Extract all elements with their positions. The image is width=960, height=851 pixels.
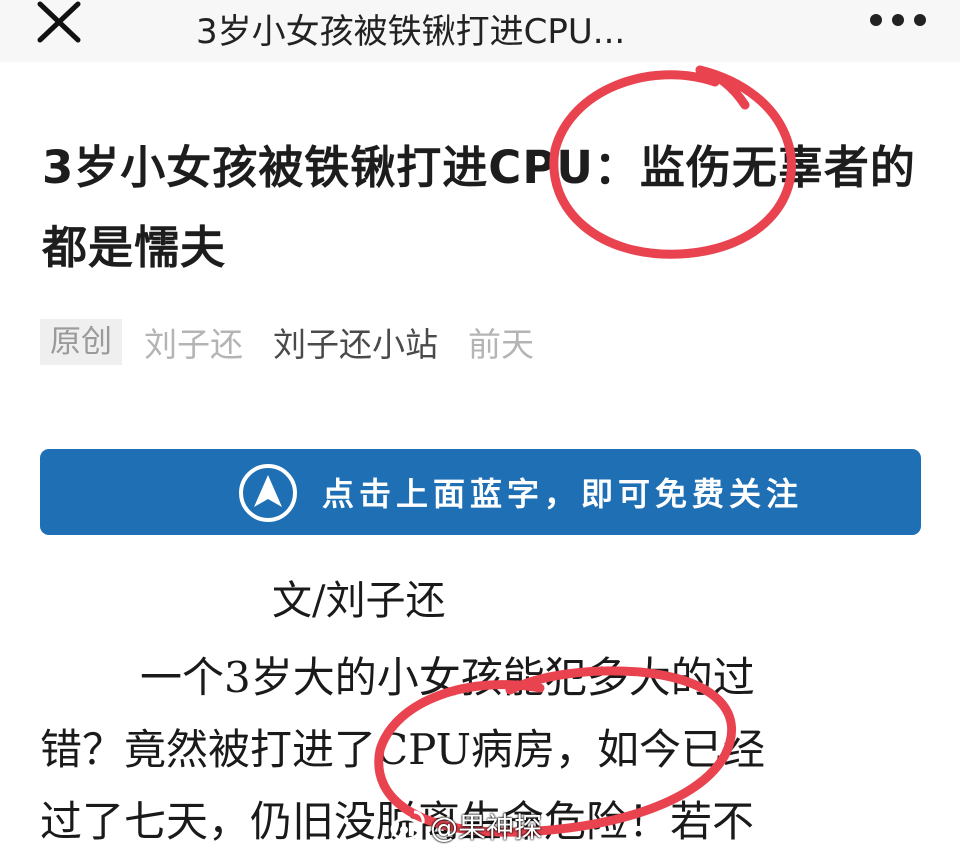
article-title: 3岁小女孩被铁锹打进CPU：监伤无辜者的都是懦夫 bbox=[42, 141, 916, 274]
more-options-icon[interactable] bbox=[866, 6, 930, 34]
watermark: @果神探 bbox=[430, 811, 543, 844]
body-paragraph-line: 一个3岁大的小女孩能犯多大的过 bbox=[140, 653, 755, 702]
follow-banner[interactable]: 点击上面蓝字，即可免费关注 bbox=[40, 449, 921, 535]
original-badge: 原创 bbox=[40, 319, 122, 365]
arrow-up-circle-icon bbox=[236, 461, 300, 525]
weibo-icon bbox=[390, 808, 426, 842]
body-paragraph-line: 错？竟然被打进了CPU病房，如今已经 bbox=[40, 725, 766, 774]
nav-title: 3岁小女孩被铁锹打进CPU... bbox=[196, 12, 626, 52]
article-meta: 原创 刘子还 刘子还小站 前天 bbox=[40, 318, 534, 366]
publish-date: 前天 bbox=[468, 325, 534, 364]
follow-text: 点击上面蓝字，即可免费关注 bbox=[322, 475, 804, 513]
author-name: 刘子还 bbox=[144, 325, 243, 364]
close-icon[interactable] bbox=[32, 0, 88, 48]
byline: 文/刘子还 bbox=[272, 578, 446, 624]
top-navigation-bar: 3岁小女孩被铁锹打进CPU... bbox=[0, 0, 960, 62]
account-name-link[interactable]: 刘子还小站 bbox=[273, 318, 438, 366]
